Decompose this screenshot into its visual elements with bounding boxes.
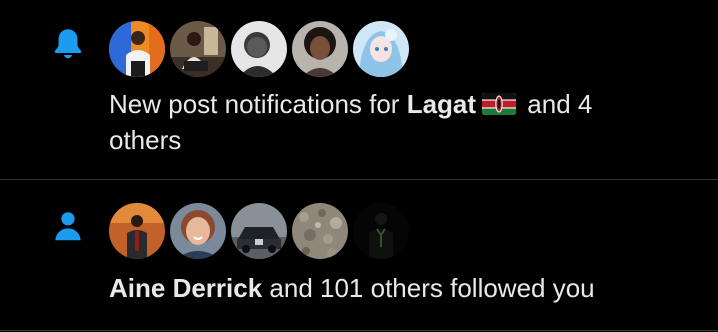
avatar[interactable] xyxy=(231,203,287,259)
avatar[interactable] xyxy=(231,21,287,77)
avatar[interactable] xyxy=(292,21,348,77)
avatar[interactable] xyxy=(109,203,165,259)
divider xyxy=(0,330,718,331)
notification-text: Aine Derrick and 101 others followed you xyxy=(109,270,658,306)
notification-item-follows[interactable]: Aine Derrick and 101 others followed you xyxy=(0,180,718,330)
avatar[interactable] xyxy=(109,21,165,77)
message-suffix: and 101 others followed you xyxy=(262,273,595,303)
notification-text: New post notifications for Lagat and 4 o… xyxy=(109,86,658,158)
avatar-group xyxy=(109,203,409,259)
user-name-link[interactable]: Aine Derrick xyxy=(109,273,262,303)
avatar[interactable] xyxy=(292,203,348,259)
kenya-flag-icon xyxy=(482,93,517,115)
user-name-link[interactable]: Lagat xyxy=(407,89,476,119)
avatar-group xyxy=(109,21,409,77)
person-icon xyxy=(50,208,86,244)
avatar[interactable] xyxy=(170,203,226,259)
avatar[interactable] xyxy=(353,203,409,259)
notification-item-post-alerts[interactable]: New post notifications for Lagat and 4 o… xyxy=(0,0,718,180)
bell-icon xyxy=(50,26,86,62)
avatar[interactable] xyxy=(353,21,409,77)
avatar[interactable] xyxy=(170,21,226,77)
notifications-feed: New post notifications for Lagat and 4 o… xyxy=(0,0,718,332)
message-prefix: New post notifications for xyxy=(109,89,407,119)
